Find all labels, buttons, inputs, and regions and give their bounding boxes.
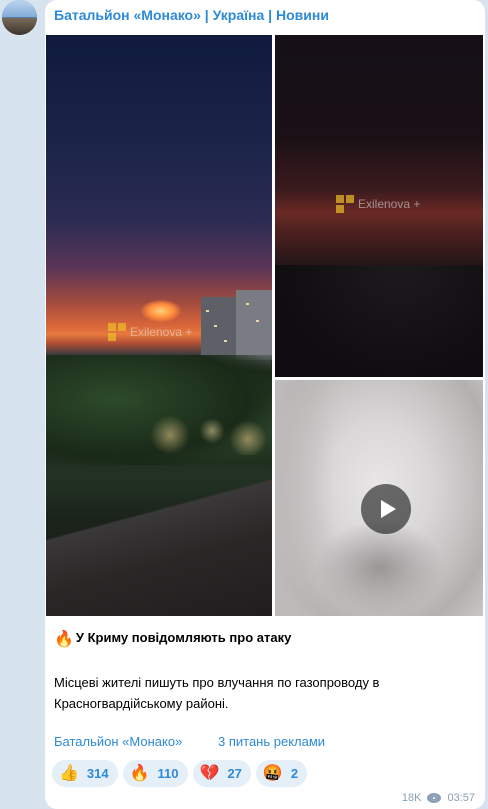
play-icon[interactable] (361, 484, 411, 534)
reaction-fire[interactable]: 🔥 110 (122, 760, 188, 787)
post-body: Місцеві жителі пишуть про влучання по га… (54, 675, 380, 711)
watermark-text: Exilenova + (130, 325, 193, 339)
reaction-count: 27 (227, 766, 242, 781)
reaction-count: 110 (157, 766, 179, 781)
reaction-angry-face[interactable]: 🤬 2 (255, 760, 308, 787)
reaction-count: 2 (290, 766, 299, 781)
fire-icon: 🔥 (129, 764, 150, 782)
angry-face-icon: 🤬 (262, 764, 283, 782)
message-meta: 18K 03:57 (402, 792, 475, 804)
watermark-text: Exilenova + (358, 197, 421, 211)
explosion-glow (141, 300, 181, 322)
watermark: Exilenova + (336, 195, 420, 213)
post-headline: 🔥 У Криму повідомляють про атаку (54, 629, 474, 649)
thumbs-up-icon: 👍 (59, 764, 79, 782)
building (236, 290, 272, 360)
street-lights (146, 415, 266, 455)
headline-text: У Криму повідомляють про атаку (75, 630, 292, 645)
eye-icon (427, 793, 442, 803)
reaction-count: 314 (86, 766, 109, 781)
reaction-heart-break[interactable]: 💔 27 (192, 760, 251, 787)
channel-title[interactable]: Батальйон «Монако» | Україна | Новини (54, 7, 329, 23)
reaction-thumbs-up[interactable]: 👍 314 (52, 760, 118, 787)
reactions-bar: 👍 314 🔥 110 💔 27 🤬 2 (52, 760, 308, 787)
dark-hill (275, 265, 483, 377)
ads-link[interactable]: 3 питань реклами (218, 734, 325, 749)
channel-link[interactable]: Батальйон «Монако» (54, 734, 182, 749)
watermark: Exilenova + (108, 323, 192, 341)
view-count: 18K (401, 792, 422, 804)
channel-avatar[interactable] (2, 0, 37, 35)
watermark-logo-icon (336, 195, 354, 213)
heart-break-icon: 💔 (199, 764, 220, 782)
window-ledge (46, 465, 272, 616)
watermark-logo-icon (108, 323, 126, 341)
message-time: 03:57 (447, 792, 475, 804)
fire-icon: 🔥 (54, 631, 74, 648)
